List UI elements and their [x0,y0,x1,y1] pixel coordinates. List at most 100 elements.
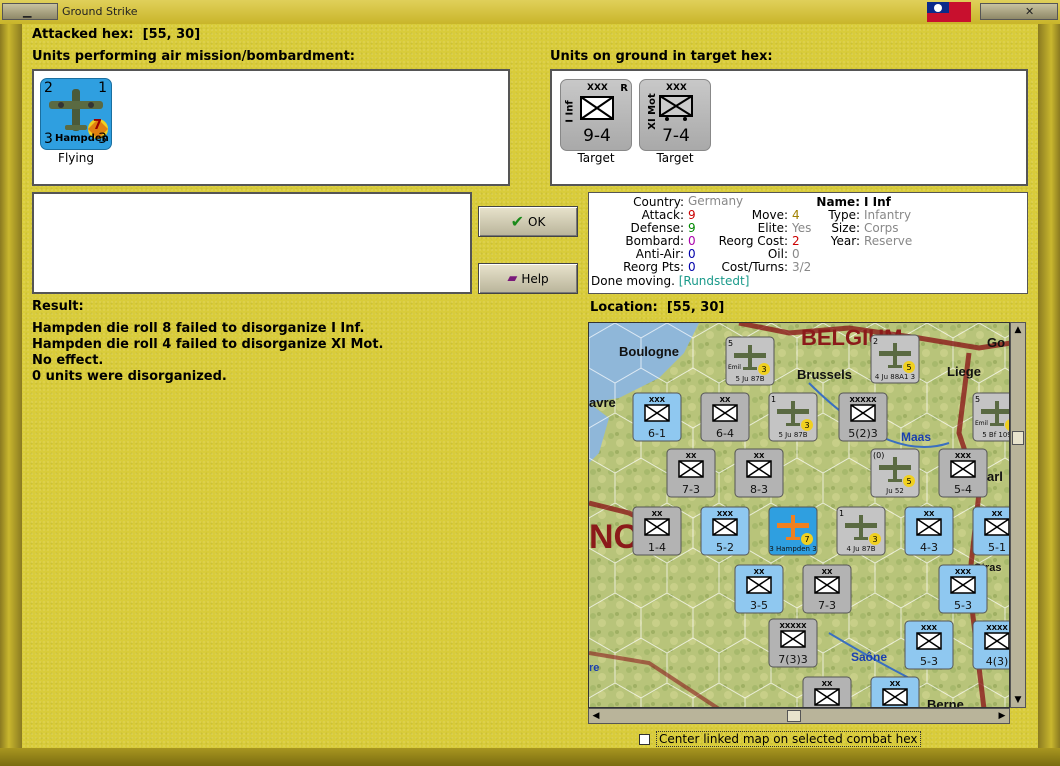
counter-strength: 7-4 [662,126,690,146]
unit-top-value: (0) [873,451,884,460]
attacked-hex-label: Attacked hex: [32,27,134,42]
map-unit-counter[interactable]: XXX 5-3 [938,564,988,614]
counter-flag: R [620,83,628,94]
unit-type-icon [814,576,840,594]
unit-name-label: Name: [816,195,860,209]
unit-size-label: XX [924,510,935,518]
map-place-label: NC [589,518,638,556]
unit-type-icon [916,518,942,536]
i-inf-counter[interactable]: I Inf XXX R 9-4 [560,79,632,151]
window-frame-bottom [0,748,1060,766]
counter-size: XXX [587,83,608,93]
scroll-up-icon[interactable]: ▲ [1012,324,1024,336]
unit-strength: 7(3)3 [778,653,808,666]
unit-type-icon [746,576,772,594]
hampden-counter[interactable]: 2 1 7 3 Hampden 3 [40,78,112,150]
unit-type-icon [712,404,738,422]
scroll-right-icon[interactable]: ▶ [996,710,1008,722]
map-unit-counter[interactable]: XX 3-5 [734,564,784,614]
unit-type-icon [644,404,670,422]
title-bar: ▁ Ground Strike ✕ [0,0,1060,25]
map-unit-counter[interactable]: XXX 6-1 [632,392,682,442]
map-unit-counter[interactable]: 3 1 4 Ju 87B [836,506,886,556]
attacked-hex-value: [55, 30] [142,27,201,42]
map-place-label: Berne [927,697,964,708]
map-horizontal-scrollbar[interactable]: ◀ ▶ [588,708,1010,724]
unit-size-label: XXXXX [850,396,878,404]
unit-size-label: XXX [649,396,666,404]
counter-strength: 9-4 [583,126,611,146]
map-unit-counter[interactable]: XXX 5-2 [700,506,750,556]
window-frame-right [1038,24,1060,748]
result-line: 0 units were disorganized. [32,369,227,384]
unit-strength: 5-2 [716,541,734,554]
elite-label: Elite: [757,221,788,235]
unit-strength: 4-3 [920,541,938,554]
map-unit-counter[interactable]: XXX 5-3 [904,620,954,670]
map-unit-counter[interactable]: XX 4-3 [904,506,954,556]
center-link-checkbox[interactable] [639,734,650,745]
map-unit-counter[interactable]: XX 5-1 [972,506,1010,556]
horizontal-scroll-thumb[interactable] [787,710,801,722]
done-moving-line: Done moving. [Rundstedt] [591,274,749,288]
done-moving-text: Done moving. [591,274,675,288]
map-place-label: Brussels [797,367,852,382]
unit-strength: 5-1 [988,541,1006,554]
unit-badge-value: 7 [804,535,809,544]
unit-strength: 6-4 [716,427,734,440]
minimize-icon: ▁ [23,5,32,18]
help-button[interactable]: ▰ Help [478,263,578,294]
scroll-left-icon[interactable]: ◀ [590,710,602,722]
mini-map[interactable]: BELGIUM Boulogne Brussels Liege Maas Saône Ber… [588,322,1010,708]
unit-size-label: XX [754,452,765,460]
counter-bottom-right-value: 3 [98,131,107,147]
map-unit-counter[interactable]: 3 5 Emil 5 Ju 87B [725,336,775,386]
map-unit-counter[interactable]: 35Emil5 Bf 109 [972,392,1010,442]
map-unit-counter[interactable]: XX [870,676,920,708]
unit-size-label: XXX [955,568,972,576]
map-unit-counter[interactable]: XXXXX 5(2)3 [838,392,888,442]
vertical-scroll-thumb[interactable] [1012,431,1024,445]
hex-map[interactable]: BELGIUMBoulogneBrussels LiegeMaasSaôneBer… [589,323,1010,708]
map-unit-counter[interactable]: 5 (0) Ju 52 [870,448,920,498]
result-line: No effect. [32,353,104,368]
unit-type-icon [916,632,942,650]
xi-mot-counter[interactable]: XI Mot XXX 7-4 [639,79,711,151]
unit-top-value: 2 [873,337,878,346]
map-unit-counter[interactable]: XX 1-4 [632,506,682,556]
map-unit-counter[interactable]: XXX 5-4 [938,448,988,498]
map-unit-counter[interactable]: XX [802,676,852,708]
unit-size-label: XX [754,568,765,576]
map-unit-counter[interactable]: 5 2 4 Ju 88A1 3 [870,334,920,384]
map-unit-counter[interactable]: XXXX 4(3) [972,620,1010,670]
window-title: Ground Strike [62,5,138,18]
map-unit-counter[interactable]: 3 1 5 Ju 87B [768,392,818,442]
ok-button[interactable]: ✔ OK [478,206,578,237]
commander-link[interactable]: [Rundstedt] [679,274,750,288]
unit-name-value: I Inf [864,195,891,209]
map-unit-counter[interactable]: XX 7-3 [666,448,716,498]
map-vertical-scrollbar[interactable]: ▲ ▼ [1010,322,1026,708]
center-link-label[interactable]: Center linked map on selected combat hex [656,731,921,747]
result-label: Result: [32,299,84,314]
scroll-down-icon[interactable]: ▼ [1012,694,1024,706]
bombard-label: Bombard: [625,234,684,248]
close-button[interactable]: ✕ [980,3,1058,20]
map-unit-counter[interactable]: XX 8-3 [734,448,784,498]
unit-strength: 8-3 [750,483,768,496]
system-menu-button[interactable]: ▁ [2,3,58,20]
map-unit-counter[interactable]: 73 Hampden 3 [768,506,818,556]
air-units-label: Units performing air mission/bombardment… [32,49,356,64]
map-unit-counter[interactable]: XX 6-4 [700,392,750,442]
unit-type-label: Type: [828,208,860,222]
unit-type-icon [712,518,738,536]
unit-size-value: Corps [864,221,899,235]
attacked-hex: Attacked hex: [55, 30] [32,27,200,42]
message-panel [32,192,472,294]
oil-value: 0 [792,247,800,261]
unit-type-icon [814,688,840,706]
map-unit-counter[interactable]: XXXXX 7(3)3 [768,618,818,668]
unit-strength: 4 Ju 87B [846,545,875,553]
unit-size-label: XXX [955,452,972,460]
map-unit-counter[interactable]: XX 7-3 [802,564,852,614]
